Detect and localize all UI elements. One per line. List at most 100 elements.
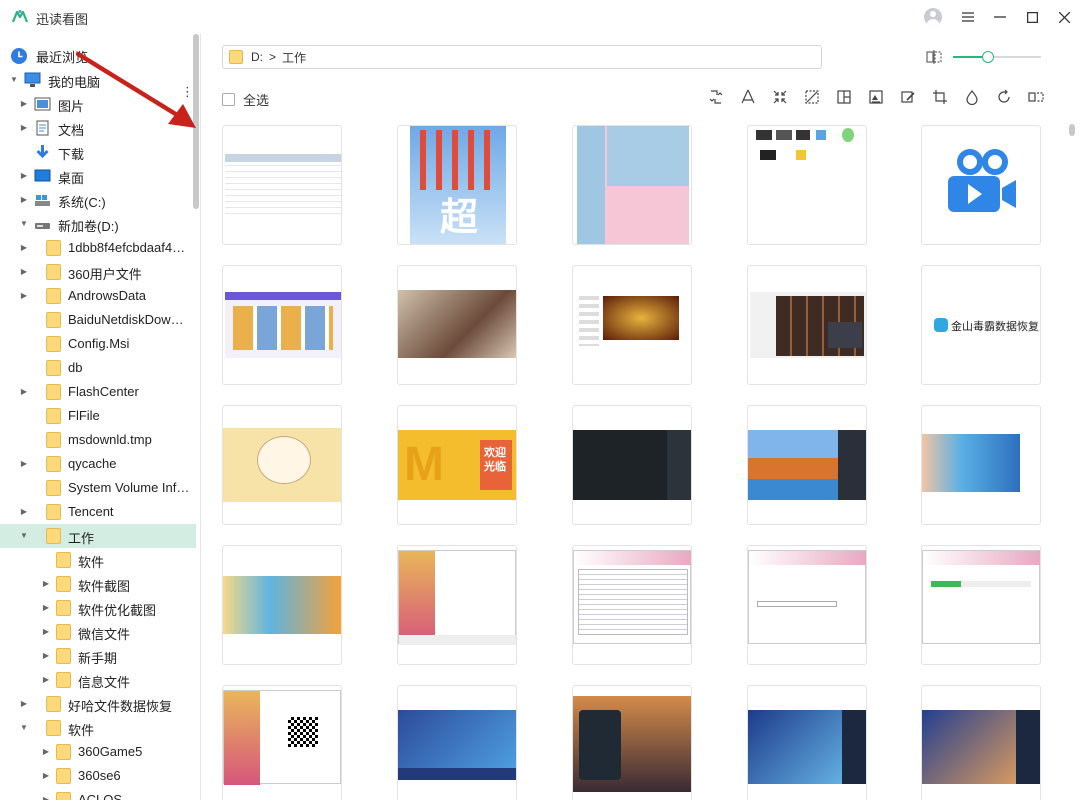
expand-caret-icon[interactable]: ▶ xyxy=(41,627,51,637)
sidebar-item[interactable]: ▶ 360Game5 xyxy=(0,740,196,764)
image-thumbnail[interactable] xyxy=(747,125,867,245)
collapse-caret-icon[interactable]: ▼ xyxy=(19,723,29,733)
zoom-slider-handle[interactable] xyxy=(982,51,995,63)
sidebar-item[interactable]: BaiduNetdiskDownl... xyxy=(0,308,196,332)
image-thumbnail[interactable]: 金山毒霸数据恢复 xyxy=(921,265,1041,385)
path-breadcrumb[interactable]: D: > 工作 xyxy=(222,45,822,69)
batch-edit-button[interactable] xyxy=(892,86,924,108)
collapse-caret-icon[interactable]: ▼ xyxy=(9,75,19,85)
image-thumbnail[interactable] xyxy=(921,545,1041,665)
sidebar-item[interactable]: ▶ 系统(C:) xyxy=(0,188,196,212)
image-thumbnail[interactable] xyxy=(921,125,1041,245)
close-button[interactable] xyxy=(1048,0,1080,34)
expand-caret-icon[interactable]: ▶ xyxy=(19,267,29,277)
image-thumbnail[interactable] xyxy=(747,265,867,385)
expand-caret-icon[interactable]: ▶ xyxy=(19,99,29,109)
image-thumbnail[interactable] xyxy=(921,685,1041,800)
image-thumbnail[interactable] xyxy=(747,685,867,800)
sidebar-item[interactable]: ▶ 微信文件 xyxy=(0,620,196,644)
image-thumbnail[interactable] xyxy=(572,685,692,800)
menu-button[interactable] xyxy=(952,0,984,34)
collapse-caret-icon[interactable]: ▼ xyxy=(19,531,29,541)
add-watermark-button[interactable] xyxy=(860,86,892,108)
path-segment-drive[interactable]: D: xyxy=(251,50,263,64)
sidebar-item[interactable]: ▼ 我的电脑 xyxy=(0,68,196,92)
image-thumbnail[interactable] xyxy=(222,405,342,525)
sidebar-item[interactable]: FlFile xyxy=(0,404,196,428)
compare-view-icon[interactable] xyxy=(926,50,942,64)
path-segment-folder[interactable]: 工作 xyxy=(282,49,306,66)
user-avatar-button[interactable] xyxy=(920,0,952,34)
convert-format-button[interactable] xyxy=(700,86,732,108)
expand-caret-icon[interactable]: ▶ xyxy=(41,651,51,661)
compress-button[interactable] xyxy=(764,86,796,108)
image-thumbnail[interactable] xyxy=(572,265,692,385)
sidebar-scrollbar[interactable] xyxy=(193,34,199,209)
sidebar-item[interactable]: db xyxy=(0,356,196,380)
sidebar-item[interactable]: ▶ 桌面 xyxy=(0,164,196,188)
sidebar-item[interactable]: ▶ 好哈文件数据恢复 xyxy=(0,692,196,716)
image-thumbnail[interactable] xyxy=(222,545,342,665)
sidebar-item[interactable]: ▶ FlashCenter xyxy=(0,380,196,404)
image-thumbnail[interactable] xyxy=(397,545,517,665)
sidebar-item[interactable]: ▶ Tencent xyxy=(0,500,196,524)
image-thumbnail[interactable] xyxy=(397,265,517,385)
sidebar-item[interactable]: ▶ qycache xyxy=(0,452,196,476)
sidebar-item[interactable]: ▼ 新加卷(D:) xyxy=(0,212,196,236)
sidebar-item[interactable]: 软件 xyxy=(0,548,196,572)
select-all-checkbox[interactable]: 全选 xyxy=(222,90,269,109)
sidebar-item[interactable]: ▶ 信息文件 xyxy=(0,668,196,692)
image-thumbnail[interactable] xyxy=(222,685,342,800)
mirror-button[interactable] xyxy=(1020,86,1052,108)
sidebar-item[interactable]: ▶ 文档 xyxy=(0,116,196,140)
expand-caret-icon[interactable]: ▶ xyxy=(19,123,29,133)
sidebar-item[interactable]: ▶ 图片 xyxy=(0,92,196,116)
expand-caret-icon[interactable]: ▶ xyxy=(41,579,51,589)
expand-caret-icon[interactable]: ▶ xyxy=(41,603,51,613)
minimize-button[interactable] xyxy=(984,0,1016,34)
expand-caret-icon[interactable]: ▶ xyxy=(19,195,29,205)
image-thumbnail[interactable] xyxy=(397,685,517,800)
image-thumbnail[interactable] xyxy=(572,405,692,525)
sidebar-item[interactable]: 下载 xyxy=(0,140,196,164)
grid-scrollbar[interactable] xyxy=(1069,124,1075,136)
sidebar-item[interactable]: Config.Msi xyxy=(0,332,196,356)
zoom-slider[interactable] xyxy=(953,51,1041,63)
expand-caret-icon[interactable]: ▶ xyxy=(19,243,29,253)
sidebar-item[interactable]: ▼ 工作 xyxy=(0,524,196,548)
expand-caret-icon[interactable]: ▶ xyxy=(41,747,51,757)
to-pdf-button[interactable] xyxy=(732,86,764,108)
image-thumbnail[interactable] xyxy=(572,545,692,665)
expand-caret-icon[interactable]: ▶ xyxy=(19,387,29,397)
recent-browsing-item[interactable]: 最近浏览 xyxy=(0,44,196,68)
color-button[interactable] xyxy=(956,86,988,108)
image-thumbnail[interactable]: M 欢迎光临 xyxy=(397,405,517,525)
sidebar-item[interactable]: ▼ 软件 xyxy=(0,716,196,740)
expand-caret-icon[interactable]: ▶ xyxy=(41,795,51,800)
expand-caret-icon[interactable]: ▶ xyxy=(41,771,51,781)
rotate-button[interactable] xyxy=(988,86,1020,108)
sidebar-item[interactable]: ▶ AndrowsData xyxy=(0,284,196,308)
sidebar-item[interactable]: ▶ 360用户文件 xyxy=(0,260,196,284)
crop-button[interactable] xyxy=(924,86,956,108)
expand-caret-icon[interactable]: ▶ xyxy=(19,507,29,517)
expand-caret-icon[interactable]: ▶ xyxy=(19,291,29,301)
sidebar-item[interactable]: ▶ 新手期 xyxy=(0,644,196,668)
sidebar-item[interactable]: msdownld.tmp xyxy=(0,428,196,452)
sidebar-item[interactable]: System Volume Info... xyxy=(0,476,196,500)
expand-caret-icon[interactable]: ▶ xyxy=(19,699,29,709)
expand-caret-icon[interactable]: ▶ xyxy=(19,171,29,181)
image-thumbnail[interactable] xyxy=(572,125,692,245)
expand-caret-icon[interactable]: ▶ xyxy=(19,459,29,469)
image-thumbnail[interactable] xyxy=(747,405,867,525)
sidebar-item[interactable]: ▶ 软件截图 xyxy=(0,572,196,596)
collapse-caret-icon[interactable]: ▼ xyxy=(19,219,29,229)
image-thumbnail[interactable] xyxy=(222,265,342,385)
sidebar-item[interactable]: ▶ ACLOS xyxy=(0,788,196,800)
maximize-button[interactable] xyxy=(1016,0,1048,34)
sidebar-item[interactable]: ▶ 软件优化截图 xyxy=(0,596,196,620)
image-thumbnail[interactable] xyxy=(747,545,867,665)
expand-caret-icon[interactable]: ▶ xyxy=(41,675,51,685)
image-thumbnail[interactable] xyxy=(921,405,1041,525)
image-thumbnail[interactable]: 超 xyxy=(397,125,517,245)
